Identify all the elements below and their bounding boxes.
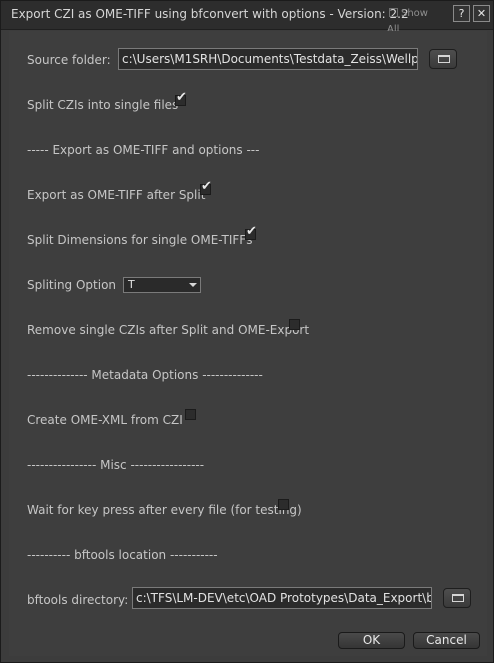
export-after-split-checkbox[interactable]: ✔ [200, 180, 212, 195]
remove-single-label: Remove single CZIs after Split and OME-E… [27, 323, 310, 337]
show-all-toggle[interactable]: Show All [387, 6, 443, 35]
export-after-split-label: Export as OME-TIFF after Split [27, 188, 206, 202]
window-title: Export CZI as OME-TIFF using bfconvert w… [11, 7, 409, 21]
spliting-option-value: T [128, 278, 135, 291]
wait-key-checkbox[interactable] [278, 499, 289, 510]
bftools-section-header: ---------- bftools location ----------- [27, 548, 218, 562]
bftools-browse-button[interactable] [443, 588, 471, 608]
bftools-directory-label: bftools directory: [27, 593, 129, 607]
folder-open-icon [452, 594, 464, 602]
folder-open-icon [438, 55, 450, 63]
export-section-header: ----- Export as OME-TIFF and options --- [27, 143, 260, 157]
title-bar[interactable]: Export CZI as OME-TIFF using bfconvert w… [1, 1, 493, 35]
wait-key-label: Wait for key press after every file (for… [27, 503, 302, 517]
ok-button[interactable]: OK [338, 632, 405, 649]
metadata-section-header: -------------- Metadata Options --------… [27, 368, 263, 382]
split-dimensions-checkbox[interactable]: ✔ [245, 225, 257, 240]
bftools-directory-input[interactable]: c:\TFS\LM-DEV\etc\OAD Prototypes\Data_Ex… [132, 587, 432, 609]
misc-section-header: ---------------- Misc ----------------- [27, 458, 205, 472]
checkmark-icon: ✔ [176, 90, 187, 105]
remove-single-checkbox[interactable] [289, 319, 300, 330]
help-button[interactable]: ? [453, 5, 470, 22]
source-folder-label: Source folder: [27, 53, 111, 67]
checkmark-icon: ✔ [201, 179, 212, 194]
close-button[interactable]: ✕ [473, 5, 490, 22]
checkmark-icon: ✔ [246, 224, 257, 239]
split-dimensions-label: Split Dimensions for single OME-TIFFs [27, 233, 253, 247]
split-czi-checkbox[interactable]: ✔ [175, 91, 187, 106]
create-ome-xml-label: Create OME-XML from CZI [27, 413, 183, 427]
show-all-checkbox[interactable] [389, 8, 398, 17]
spliting-option-select[interactable]: T [123, 277, 201, 293]
dialog-window: Export CZI as OME-TIFF using bfconvert w… [0, 0, 494, 663]
split-czi-label: Split CZIs into single files [27, 98, 179, 112]
spliting-option-label: Spliting Option [27, 278, 117, 292]
source-folder-input[interactable]: c:\Users\M1SRH\Documents\Testdata_Zeiss\… [118, 48, 418, 70]
source-browse-button[interactable] [429, 49, 457, 69]
create-ome-xml-checkbox[interactable] [185, 409, 196, 420]
cancel-button[interactable]: Cancel [413, 632, 480, 649]
chevron-down-icon [189, 283, 197, 287]
dialog-content [9, 31, 487, 656]
